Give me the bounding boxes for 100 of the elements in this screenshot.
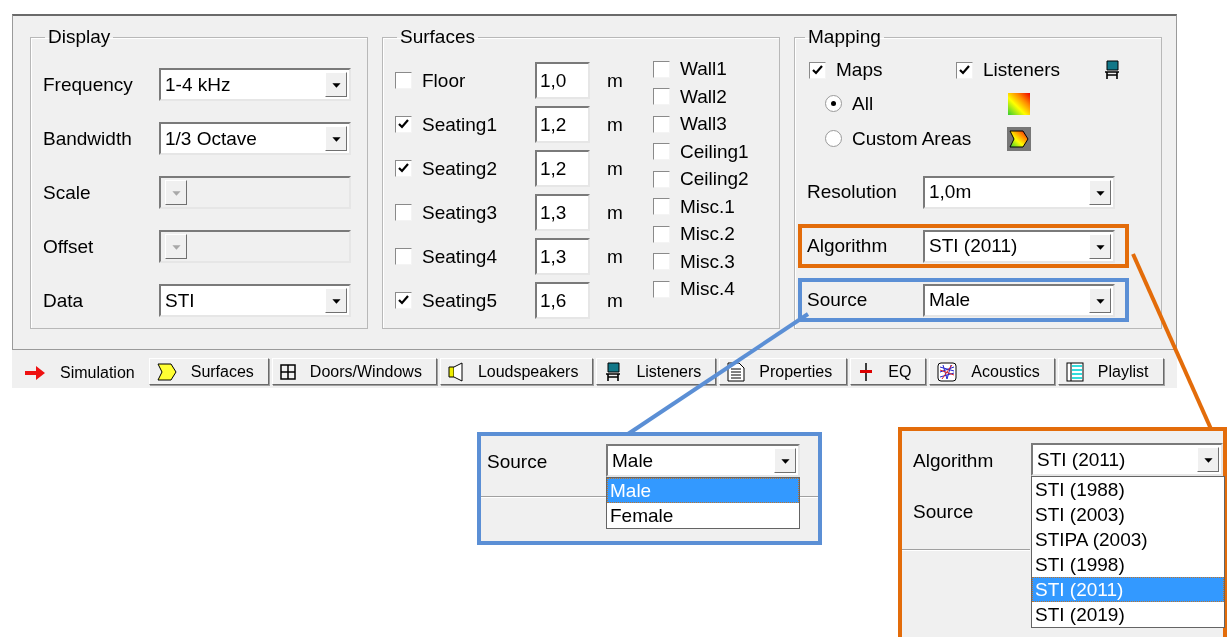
caret-icon: [165, 180, 187, 205]
caret-icon: [165, 234, 187, 259]
dropdown[interactable]: 1-4 kHz: [159, 68, 351, 101]
checkbox[interactable]: [395, 160, 412, 177]
checkbox[interactable]: [653, 225, 670, 243]
speaker-icon: [447, 361, 464, 382]
number-field[interactable]: 1,3: [535, 194, 590, 231]
field-label: Source: [913, 500, 975, 523]
checkbox-label: Seating2: [422, 157, 498, 180]
tab[interactable]: Acoustics: [929, 358, 1055, 385]
checkbox[interactable]: [653, 115, 670, 133]
number-field[interactable]: 1,2: [535, 106, 590, 143]
unit-label: m: [607, 157, 623, 180]
checkbox-label: Seating3: [422, 201, 498, 224]
checkbox[interactable]: [395, 204, 412, 221]
checkbox[interactable]: [395, 72, 412, 89]
checkbox-label: Misc.2: [680, 223, 735, 245]
field-label: Offset: [43, 235, 95, 258]
field-label: Source: [487, 450, 549, 473]
field-label: Algorithm: [807, 235, 889, 257]
dropdown[interactable]: 1/3 Octave: [159, 122, 351, 155]
checkbox-label: Misc.3: [680, 250, 735, 273]
checkbox[interactable]: [653, 253, 670, 270]
checkbox[interactable]: [395, 292, 412, 309]
grid-icon: [279, 363, 296, 380]
checkbox-label: Ceiling1: [680, 140, 749, 163]
caret-icon: [1089, 287, 1111, 313]
checkbox[interactable]: [395, 248, 412, 265]
checkbox-label: Maps: [836, 59, 884, 81]
group-title: Surfaces: [399, 26, 476, 48]
caret-icon: [1089, 233, 1111, 259]
group-title: Mapping: [807, 26, 882, 48]
radio-label: Custom Areas: [852, 127, 973, 150]
heatmap-icon: [1007, 91, 1031, 116]
checkbox-label: Listeners: [983, 59, 1062, 81]
caret-icon: [325, 288, 347, 313]
slider-icon: [858, 361, 875, 382]
field-label: Data: [43, 289, 85, 312]
checkbox[interactable]: [956, 61, 973, 79]
checkbox[interactable]: [653, 88, 670, 105]
checkbox[interactable]: [653, 280, 670, 298]
radio-label: All: [852, 92, 875, 115]
number-field[interactable]: 1,0: [535, 62, 590, 99]
checkbox-label: Ceiling2: [680, 168, 749, 190]
field-label: Frequency: [43, 73, 134, 96]
list-icon: [1065, 361, 1084, 382]
number-field[interactable]: 1,3: [535, 238, 590, 275]
tab[interactable]: Surfaces: [148, 358, 269, 385]
pattern-icon: [937, 361, 958, 382]
unit-label: m: [607, 113, 623, 136]
checkbox-label: Misc.1: [680, 195, 735, 218]
tag-icon: [156, 362, 177, 381]
group-title: Display: [47, 26, 112, 48]
caret-icon: [325, 72, 347, 97]
tab[interactable]: Properties: [719, 358, 848, 385]
tab[interactable]: Loudspeakers: [439, 358, 594, 385]
checkbox-label: Misc.4: [680, 278, 735, 300]
dropdown[interactable]: Male: [606, 444, 800, 477]
arrow-icon: [24, 364, 46, 382]
dropdown[interactable]: Male: [923, 283, 1115, 317]
unit-label: m: [607, 201, 623, 224]
tab[interactable]: Playlist: [1057, 358, 1164, 385]
caret-icon: [1197, 447, 1219, 472]
unit-label: m: [607, 245, 623, 268]
checkbox-label: Seating4: [422, 245, 498, 268]
tab[interactable]: EQ: [850, 358, 927, 385]
checkbox-label: Wall3: [680, 113, 727, 135]
radio-button[interactable]: [825, 95, 842, 112]
number-field[interactable]: 1,2: [535, 150, 590, 187]
number-field[interactable]: 1,6: [535, 282, 590, 319]
checkbox[interactable]: [653, 143, 670, 160]
caret-icon: [1089, 179, 1111, 205]
checkbox-label: Floor: [422, 69, 467, 92]
field-label: Resolution: [807, 181, 898, 203]
tab[interactable]: Doors/Windows: [271, 358, 437, 385]
checkbox[interactable]: [653, 170, 670, 188]
caret-icon: [774, 448, 796, 473]
dropdown[interactable]: STI: [159, 284, 351, 317]
checkbox[interactable]: [395, 116, 412, 133]
caret-icon: [325, 126, 347, 151]
chair-icon: [1103, 60, 1121, 80]
checkbox[interactable]: [653, 60, 670, 78]
chair-icon: [604, 361, 623, 382]
field-label: Bandwidth: [43, 127, 133, 150]
tab[interactable]: Listeners: [596, 358, 717, 385]
dropdown[interactable]: 1,0m: [923, 175, 1115, 209]
field-label: Source: [807, 289, 869, 311]
dropdown[interactable]: STI (2011): [1031, 443, 1223, 476]
radio-button[interactable]: [825, 130, 842, 147]
heatmap-icon: [1007, 126, 1031, 151]
checkbox-label: Seating5: [422, 289, 498, 312]
field-label: Algorithm: [913, 449, 995, 472]
field-label: Scale: [43, 181, 92, 204]
checkbox-label: Wall2: [680, 85, 727, 108]
dropdown[interactable]: STI (2011): [923, 229, 1115, 263]
checkbox-label: Wall1: [680, 58, 727, 80]
checkbox[interactable]: [809, 61, 826, 79]
checkbox[interactable]: [653, 198, 670, 215]
unit-label: m: [607, 69, 623, 92]
unit-label: m: [607, 289, 623, 312]
